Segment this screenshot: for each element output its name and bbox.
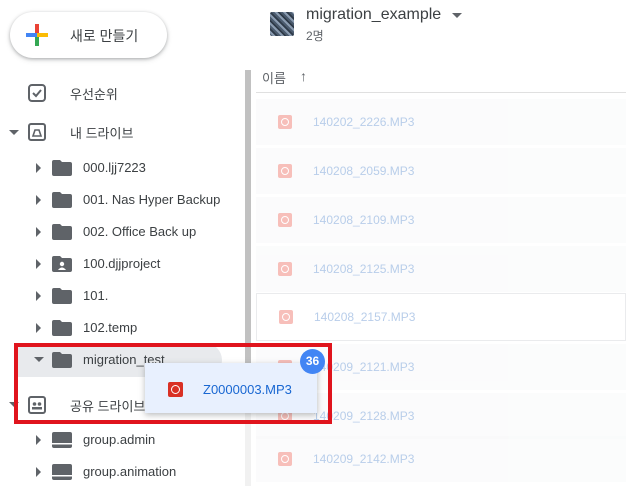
folder-row[interactable]: 100.djjproject: [0, 250, 240, 278]
folder-header: migration_example 2명: [256, 0, 626, 60]
file-name: 140209_2121.MP3: [313, 360, 415, 374]
audio-file-icon: [278, 164, 292, 178]
sidebar: 새로 만들기 우선순위 내 드라이브 000.ljj7223 001. Nas …: [0, 0, 250, 486]
audio-file-icon: [168, 382, 183, 397]
drive-icon: [52, 432, 72, 448]
file-name: 140208_2059.MP3: [313, 164, 415, 178]
sort-name-header[interactable]: 이름 ↑: [262, 68, 307, 88]
file-row[interactable]: 140208_2109.MP3: [256, 197, 626, 243]
folder-row[interactable]: 102.temp: [0, 314, 240, 342]
file-row[interactable]: 140208_2125.MP3: [256, 246, 626, 292]
file-name: 140209_2128.MP3: [313, 409, 415, 423]
shared-folder-icon: [52, 256, 72, 272]
sidebar-item-shared-drives-label: 공유 드라이브: [70, 398, 146, 414]
expand-arrow-icon[interactable]: [36, 291, 41, 301]
folder-thumbnail: [270, 12, 294, 36]
drag-file-name: Z0000003.MP3: [203, 382, 292, 397]
sidebar-item-priority[interactable]: 우선순위: [0, 77, 240, 109]
sidebar-item-my-drive[interactable]: 내 드라이브: [0, 116, 240, 148]
member-count: 2명: [306, 29, 324, 43]
shared-drive-name: group.animation: [83, 464, 177, 479]
expand-arrow-icon[interactable]: [36, 163, 41, 173]
file-row[interactable]: 140208_2059.MP3: [256, 148, 626, 194]
folder-name: 001. Nas Hyper Backup: [83, 192, 221, 207]
shared-drive-name: group.admin: [83, 432, 156, 447]
file-name: 140208_2125.MP3: [313, 262, 415, 276]
folder-name: 000.ljj7223: [83, 160, 146, 175]
expand-arrow-icon[interactable]: [36, 435, 41, 445]
file-name: 140209_2142.MP3: [313, 452, 415, 466]
collapse-caret-icon[interactable]: [34, 357, 44, 362]
expand-arrow-icon[interactable]: [36, 227, 41, 237]
folder-icon: [52, 288, 72, 304]
folder-row[interactable]: 001. Nas Hyper Backup: [0, 186, 240, 214]
check-box-icon: [28, 84, 46, 102]
drive-icon: [28, 123, 46, 141]
audio-file-icon: [278, 262, 292, 276]
audio-file-icon: [278, 452, 292, 466]
drag-count-badge: 36: [300, 349, 325, 374]
folder-name: 100.djjproject: [83, 256, 161, 271]
file-name: 140208_2157.MP3: [314, 310, 416, 324]
sidebar-scrollbar-thumb[interactable]: [245, 70, 251, 400]
file-row-hovered[interactable]: 140208_2157.MP3: [256, 293, 626, 341]
new-button-label: 새로 만들기: [70, 28, 139, 44]
file-name: 140202_2226.MP3: [313, 115, 415, 129]
expand-arrow-icon[interactable]: [36, 195, 41, 205]
expand-caret-icon[interactable]: [9, 402, 19, 407]
column-name-label: 이름: [262, 71, 286, 86]
drive-icon: [52, 464, 72, 480]
folder-icon: [52, 352, 72, 368]
folder-row[interactable]: 000.ljj7223: [0, 154, 240, 182]
expand-caret-icon[interactable]: [9, 130, 19, 135]
folder-icon: [52, 160, 72, 176]
audio-file-icon: [278, 213, 292, 227]
title-dropdown-icon[interactable]: [452, 13, 462, 18]
expand-arrow-icon[interactable]: [36, 259, 41, 269]
shared-drive-icon: [28, 396, 46, 414]
folder-name: 102.temp: [83, 320, 138, 335]
list-divider: [256, 92, 626, 93]
audio-file-icon: [279, 310, 293, 324]
new-button[interactable]: 새로 만들기: [10, 12, 167, 58]
audio-file-icon: [278, 115, 292, 129]
sidebar-item-priority-label: 우선순위: [70, 86, 118, 102]
drag-preview: Z0000003.MP3: [145, 363, 317, 413]
plus-icon: [26, 24, 48, 46]
file-row[interactable]: 140202_2226.MP3: [256, 99, 626, 145]
expand-arrow-icon[interactable]: [36, 323, 41, 333]
folder-name: 002. Office Back up: [83, 224, 197, 239]
folder-icon: [52, 192, 72, 208]
folder-icon: [52, 224, 72, 240]
folder-name: 101.: [83, 288, 109, 303]
shared-drive-row[interactable]: group.admin: [0, 426, 240, 454]
sort-arrow-icon[interactable]: ↑: [300, 68, 307, 84]
file-name: 140208_2109.MP3: [313, 213, 415, 227]
folder-title[interactable]: migration_example: [306, 6, 441, 24]
folder-icon: [52, 320, 72, 336]
sidebar-item-my-drive-label: 내 드라이브: [70, 125, 134, 141]
shared-drive-row[interactable]: group.animation: [0, 458, 240, 486]
expand-arrow-icon[interactable]: [36, 467, 41, 477]
file-row[interactable]: 140209_2142.MP3: [256, 436, 626, 482]
folder-row[interactable]: 101.: [0, 282, 240, 310]
folder-row[interactable]: 002. Office Back up: [0, 218, 240, 246]
